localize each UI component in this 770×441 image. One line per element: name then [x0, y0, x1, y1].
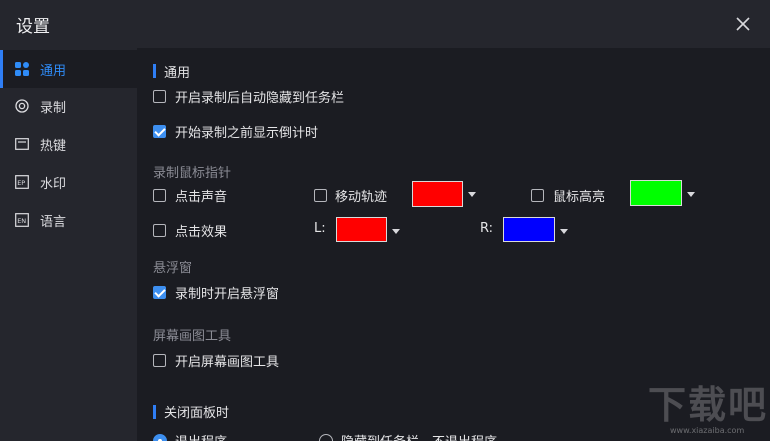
auto-hide-checkbox[interactable] [153, 90, 166, 103]
right-click-label: R: [480, 221, 494, 236]
sidebar-item-label: 录制 [40, 101, 67, 116]
mouse-highlight-label: 鼠标高亮 [553, 190, 606, 205]
language-icon: EN [15, 213, 29, 227]
site-watermark: 下载吧 www.xiazaiba.com [626, 368, 770, 441]
svg-text:EP: EP [17, 179, 25, 187]
sidebar-item-hotkey[interactable]: 热键 [0, 125, 137, 163]
auto-hide-label: 开启录制后自动隐藏到任务栏 [175, 91, 345, 106]
drawing-tool-checkbox[interactable] [153, 354, 166, 367]
floating-window-label: 录制时开启悬浮窗 [175, 287, 280, 302]
sidebar-item-general[interactable]: 通用 [0, 50, 137, 88]
move-track-label: 移动轨迹 [335, 190, 388, 205]
hide-to-tray-radio[interactable] [319, 434, 333, 441]
left-click-color-dropdown-icon[interactable] [392, 229, 400, 234]
section-title-drawing: 屏幕画图工具 [153, 329, 232, 344]
svg-text:EN: EN [17, 217, 26, 225]
countdown-checkbox[interactable] [153, 125, 166, 138]
move-track-color-dropdown-icon[interactable] [468, 192, 476, 197]
countdown-label: 开始录制之前显示倒计时 [175, 126, 319, 141]
drawing-tool-label: 开启屏幕画图工具 [175, 355, 280, 370]
keyboard-icon [15, 138, 29, 150]
record-icon [15, 99, 29, 113]
left-click-label: L: [314, 221, 326, 236]
right-click-color-dropdown-icon[interactable] [560, 229, 568, 234]
window-title: 设置 [16, 17, 50, 37]
sidebar-item-label: 热键 [40, 139, 67, 154]
section-title-general: 通用 [164, 66, 191, 81]
click-sound-checkbox[interactable] [153, 189, 166, 202]
sidebar-item-record[interactable]: 录制 [0, 87, 137, 125]
section-title-mouse: 录制鼠标指针 [153, 166, 232, 181]
mouse-highlight-color-dropdown-icon[interactable] [687, 192, 695, 197]
section-marker [153, 64, 156, 78]
section-title-close-panel: 关闭面板时 [164, 406, 230, 421]
exit-program-radio[interactable] [153, 434, 167, 441]
sidebar: 通用 录制 热键 EP 水印 EN 语言 [0, 48, 137, 441]
sidebar-item-label: 语言 [40, 215, 67, 230]
grid-icon [15, 62, 29, 76]
sidebar-item-label: 通用 [40, 64, 67, 79]
hide-to-tray-label: 隐藏到任务栏，不退出程序 [341, 431, 497, 441]
sidebar-item-watermark[interactable]: EP 水印 [0, 163, 137, 201]
left-click-color-swatch[interactable] [336, 217, 387, 242]
move-track-color-swatch[interactable] [412, 181, 463, 207]
floating-window-checkbox[interactable] [153, 286, 166, 299]
watermark-icon: EP [15, 175, 29, 189]
click-effect-checkbox[interactable] [153, 224, 166, 237]
close-icon[interactable] [733, 14, 753, 34]
watermark-text: 下载吧 [648, 383, 769, 427]
right-click-color-swatch[interactable] [503, 217, 555, 242]
section-marker [153, 405, 156, 419]
click-sound-label: 点击声音 [175, 190, 228, 205]
exit-program-label: 退出程序 [175, 431, 227, 441]
sidebar-item-language[interactable]: EN 语言 [0, 201, 137, 239]
sidebar-item-label: 水印 [40, 177, 67, 192]
click-effect-label: 点击效果 [175, 225, 228, 240]
title-bar: 设置 [0, 0, 770, 48]
watermark-url: www.xiazaiba.com [670, 426, 745, 435]
mouse-highlight-color-swatch[interactable] [630, 180, 682, 206]
section-title-floating: 悬浮窗 [153, 261, 193, 276]
move-track-checkbox[interactable] [314, 189, 327, 202]
mouse-highlight-checkbox[interactable] [531, 189, 544, 202]
